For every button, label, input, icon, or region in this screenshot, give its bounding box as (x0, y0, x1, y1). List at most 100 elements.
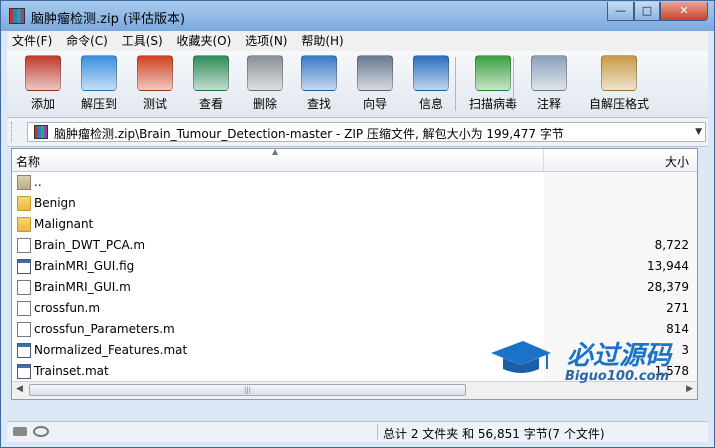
scroll-left-icon[interactable]: ◀ (16, 384, 23, 394)
file-icon (17, 238, 31, 253)
title-bar[interactable]: 脑肿瘤检测.zip (评估版本) — □ ✕ (1, 1, 714, 31)
toolbar-button-3[interactable]: 查看 (185, 55, 237, 112)
winrar-window: 脑肿瘤检测.zip (评估版本) — □ ✕ 文件(F) 命令(C) 工具(S)… (0, 0, 715, 448)
toolbar-label: 扫描病毒 (468, 97, 517, 111)
key-icon[interactable] (33, 426, 49, 437)
maximize-button[interactable]: □ (634, 2, 660, 21)
toolbar-button-8[interactable]: 扫描病毒 (463, 55, 523, 112)
toolbar-button-7[interactable]: 信息 (405, 55, 457, 112)
toolbar-button-4[interactable]: 删除 (239, 55, 291, 112)
file-row[interactable]: .. (12, 172, 697, 193)
file-name: Benign (34, 196, 76, 210)
column-size[interactable]: 大小 (665, 153, 689, 170)
toolbar-button-0[interactable]: 添加 (17, 55, 69, 112)
address-bar: 脑肿瘤检测.zip\Brain_Tumour_Detection-master … (7, 118, 708, 147)
file-name: Brain_DWT_PCA.m (34, 238, 146, 252)
file-icon (17, 301, 31, 316)
column-divider[interactable] (543, 149, 544, 171)
menu-options[interactable]: 选项(N) (240, 31, 292, 51)
file-size: 28,379 (647, 280, 689, 294)
trash-icon (247, 55, 283, 91)
watermark-subtitle: Biguo100.com (565, 369, 670, 384)
file-size: 271 (666, 301, 689, 315)
file-row[interactable]: BrainMRI_GUI.m 28,379 (12, 277, 697, 298)
file-row[interactable]: Malignant (12, 214, 697, 235)
address-path: 脑肿瘤检测.zip\Brain_Tumour_Detection-master … (54, 127, 564, 141)
file-name: BrainMRI_GUI.m (34, 280, 131, 294)
menu-tools[interactable]: 工具(S) (117, 31, 168, 51)
file-size: 13,944 (647, 259, 689, 273)
address-dropdown-icon[interactable]: ▼ (695, 127, 702, 137)
address-grip[interactable] (11, 122, 15, 142)
box-sfx-icon (601, 55, 637, 91)
comment-scroll-icon (531, 55, 567, 91)
folder-extract-icon (81, 55, 117, 91)
drive-icon[interactable] (13, 427, 27, 436)
column-name[interactable]: 名称 (16, 153, 40, 170)
toolbar-button-10[interactable]: 自解压格式 (581, 55, 657, 112)
file-row[interactable]: Brain_DWT_PCA.m 8,722 (12, 235, 697, 256)
file-size: 8,722 (654, 238, 689, 252)
toolbar-label: 查找 (306, 97, 331, 111)
minimize-button[interactable]: — (607, 2, 634, 21)
watermark-title: 必过源码 (567, 341, 672, 371)
menu-help[interactable]: 帮助(H) (296, 31, 348, 51)
bug-scan-icon (475, 55, 511, 91)
window-title: 脑肿瘤检测.zip (评估版本) (31, 12, 186, 27)
toolbar-label: 自解压格式 (588, 97, 649, 111)
toolbar-label: 信息 (418, 97, 443, 111)
file-name: Malignant (34, 217, 94, 231)
toolbar-label: 删除 (252, 97, 277, 111)
file-name: BrainMRI_GUI.fig (34, 259, 135, 273)
file-name: .. (34, 175, 42, 189)
toolbar-label: 注释 (536, 97, 561, 111)
file-icon (17, 259, 31, 274)
address-field[interactable]: 脑肿瘤检测.zip\Brain_Tumour_Detection-master … (27, 122, 706, 142)
magnifier-icon (301, 55, 337, 91)
toolbar-button-2[interactable]: 测试 (129, 55, 181, 112)
menu-favorites[interactable]: 收藏夹(O) (172, 31, 237, 51)
scroll-thumb[interactable]: ||| (29, 384, 466, 396)
toolbar-separator (513, 57, 514, 111)
parent-folder-icon (17, 175, 31, 190)
toolbar-button-9[interactable]: 注释 (523, 55, 575, 112)
column-header: 名称 ▲ 大小 (12, 149, 697, 172)
status-text: 总计 2 文件夹 和 56,851 字节(7 个文件) (383, 427, 605, 441)
file-name: Normalized_Features.mat (34, 343, 188, 357)
books-add-icon (25, 55, 61, 91)
file-name: Trainset.mat (34, 364, 109, 378)
toolbar: 添加 解压到 测试 查看 删除 查找 向导 信息 扫描病毒 注释 自解压格式 (7, 51, 708, 118)
file-icon (17, 322, 31, 337)
file-row[interactable]: BrainMRI_GUI.fig 13,944 (12, 256, 697, 277)
watermark: 必过源码 Biguo100.com (489, 333, 699, 393)
file-row[interactable]: Benign (12, 193, 697, 214)
file-name: crossfun.m (34, 301, 101, 315)
info-icon (413, 55, 449, 91)
close-button[interactable]: ✕ (660, 2, 708, 21)
clipboard-check-icon (137, 55, 173, 91)
status-bar: 总计 2 文件夹 和 56,851 字节(7 个文件) (7, 421, 708, 442)
toolbar-button-5[interactable]: 查找 (293, 55, 345, 112)
menu-file[interactable]: 文件(F) (7, 31, 57, 51)
wand-icon (357, 55, 393, 91)
toolbar-label: 解压到 (80, 97, 117, 111)
toolbar-separator (455, 57, 456, 111)
toolbar-label: 测试 (142, 97, 167, 111)
folder-icon (17, 217, 31, 232)
toolbar-label: 添加 (30, 97, 55, 111)
toolbar-button-6[interactable]: 向导 (349, 55, 401, 112)
file-icon (17, 343, 31, 358)
file-row[interactable]: crossfun.m 271 (12, 298, 697, 319)
winrar-app-icon (9, 8, 25, 24)
menu-commands[interactable]: 命令(C) (61, 31, 113, 51)
folder-icon (17, 196, 31, 211)
status-divider (377, 424, 378, 440)
sort-ascending-icon: ▲ (272, 148, 279, 156)
toolbar-button-1[interactable]: 解压到 (73, 55, 125, 112)
archive-icon (34, 125, 48, 139)
file-icon (17, 364, 31, 379)
book-open-icon (193, 55, 229, 91)
toolbar-label: 向导 (362, 97, 387, 111)
file-name: crossfun_Parameters.m (34, 322, 175, 336)
menu-bar: 文件(F) 命令(C) 工具(S) 收藏夹(O) 选项(N) 帮助(H) (7, 31, 708, 51)
